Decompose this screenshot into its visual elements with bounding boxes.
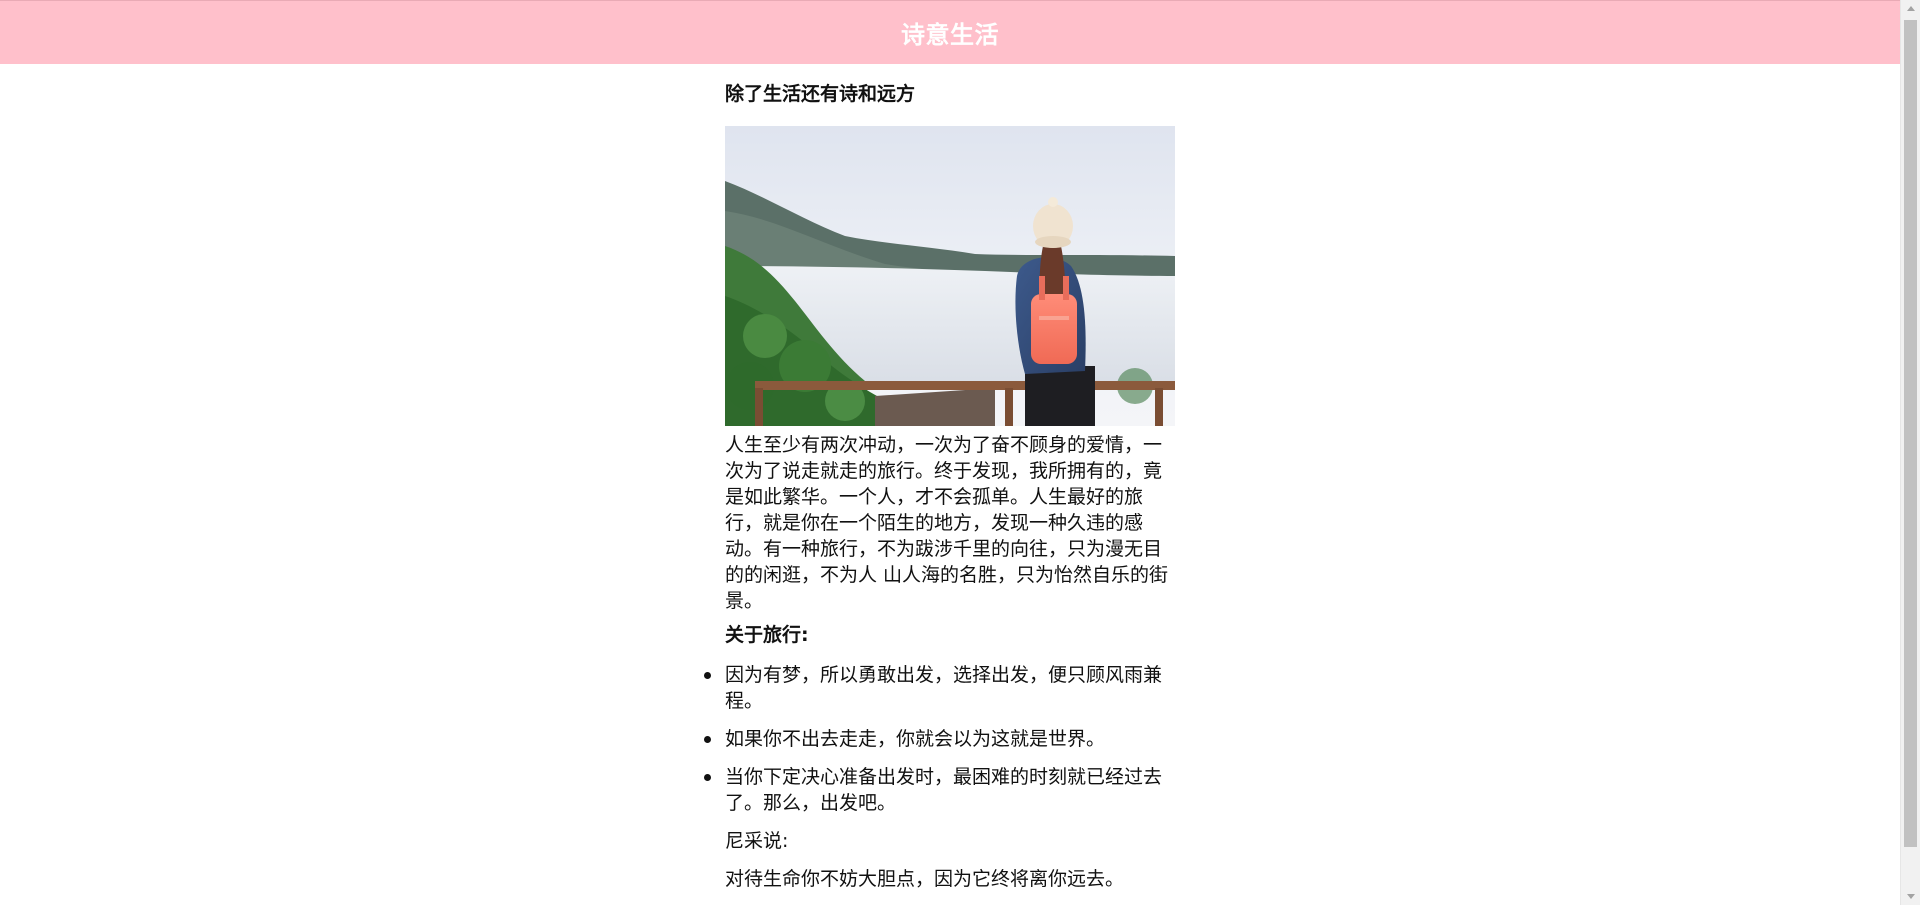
bullet-text: 如果你不出去走走，你就会以为这就是世界。: [725, 728, 1106, 750]
list-item: 因为有梦，所以勇敢出发，选择出发，便只顾风雨兼程。: [704, 662, 1175, 714]
scrollbar-thumb[interactable]: [1904, 20, 1917, 847]
article-content: 除了生活还有诗和远方 人生至少有两次冲动，一次为了奋不顾身的爱情，一次为了说走就…: [704, 64, 1175, 904]
bullet-icon: [704, 774, 711, 781]
list-item: 如果你不出去走走，你就会以为这就是世界。: [704, 726, 1175, 752]
arrow-up-icon: [1907, 6, 1915, 11]
scroll-up-button[interactable]: [1901, 0, 1920, 17]
bullet-icon: [704, 672, 711, 679]
bullet-text: 因为有梦，所以勇敢出发，选择出发，便只顾风雨兼程。: [725, 664, 1163, 712]
travel-photo: [725, 126, 1175, 426]
intro-paragraph: 人生至少有两次冲动，一次为了奋不顾身的爱情，一次为了说走就走的旅行。终于发现，我…: [725, 434, 1169, 612]
travel-bullet-list: 因为有梦，所以勇敢出发，选择出发，便只顾风雨兼程。 如果你不出去走走，你就会以为…: [704, 662, 1175, 816]
site-header: 诗意生活: [0, 0, 1900, 64]
quote-text: 对待生命你不妨大胆点，因为它终将离你远去。: [725, 868, 1125, 890]
bullet-text: 当你下定决心准备出发时，最困难的时刻就已经过去了。那么，出发吧。: [725, 766, 1163, 814]
vertical-scrollbar[interactable]: [1900, 0, 1920, 905]
travel-subheading: 关于旅行:: [725, 624, 809, 646]
list-item: 当你下定决心准备出发时，最困难的时刻就已经过去了。那么，出发吧。: [704, 764, 1175, 816]
article-heading: 除了生活还有诗和远方: [725, 83, 916, 105]
site-title: 诗意生活: [901, 21, 999, 49]
page-viewport: 诗意生活 除了生活还有诗和远方 人生至少有两次冲动，一次为了奋不顾身的爱情，一次…: [0, 0, 1900, 905]
bullet-icon: [704, 736, 711, 743]
arrow-down-icon: [1907, 894, 1915, 899]
scroll-down-button[interactable]: [1901, 888, 1920, 905]
quote-intro: 尼采说:: [725, 830, 789, 852]
